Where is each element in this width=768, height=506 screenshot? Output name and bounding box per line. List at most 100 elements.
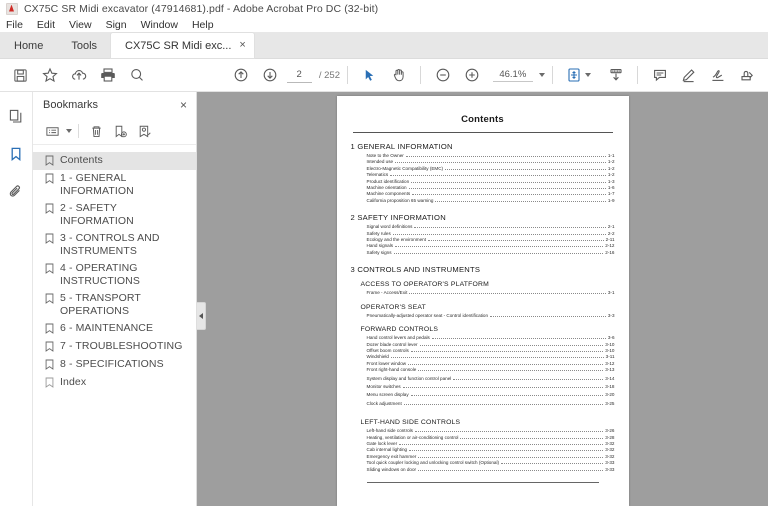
- delete-bookmark-icon[interactable]: [85, 121, 107, 141]
- toc-entry[interactable]: California proposition 65 warning 1-9: [367, 198, 615, 204]
- highlight-icon[interactable]: [674, 60, 703, 90]
- leader-dots: [418, 456, 604, 458]
- toc-entry-page: 3-3: [607, 312, 615, 318]
- bookmark-item-6-maintenance[interactable]: 6 - MAINTENANCE: [33, 320, 196, 338]
- chevron-down-icon[interactable]: [66, 129, 72, 133]
- bookmarks-list: Contents 1 - GENERAL INFORMATION 2 - SAF…: [33, 145, 196, 506]
- close-icon[interactable]: ×: [239, 40, 245, 51]
- fit-page-chevron-icon[interactable]: [585, 73, 591, 77]
- toc-entry[interactable]: Sliding windows on door 3-33: [367, 467, 615, 473]
- bookmark-item-7-troubleshooting[interactable]: 7 - TROUBLESHOOTING: [33, 338, 196, 356]
- bookmark-item-4-operating-instructions[interactable]: 4 - OPERATING INSTRUCTIONS: [33, 260, 196, 290]
- print-icon[interactable]: [94, 60, 123, 90]
- leader-dots: [435, 200, 606, 202]
- attachments-icon[interactable]: [3, 180, 29, 204]
- toc-entry[interactable]: Menu screen display 3-20: [367, 392, 615, 398]
- star-icon[interactable]: [35, 60, 64, 90]
- bookmark-icon: [45, 341, 54, 354]
- leader-dots: [395, 245, 604, 248]
- cloud-upload-icon[interactable]: [64, 60, 93, 90]
- toc-entry-page: 2-16: [605, 249, 615, 255]
- toc-entry[interactable]: Safety signs 2-16: [367, 250, 615, 256]
- zoom-level-value[interactable]: 46.1%: [492, 69, 533, 82]
- menu-window[interactable]: Window: [141, 19, 186, 31]
- bookmark-label: 4 - OPERATING INSTRUCTIONS: [60, 262, 140, 287]
- toc-entry-title: Sliding windows on door: [366, 466, 417, 472]
- bookmark-label: Index: [60, 376, 87, 388]
- table-of-contents: 1 GENERAL INFORMATION Note to the Owner 1…: [337, 133, 629, 483]
- window-title: CX75C SR Midi excavator (47914681).pdf -…: [24, 2, 379, 15]
- leader-dots: [408, 187, 606, 190]
- bookmark-icon: [45, 323, 54, 336]
- menu-edit[interactable]: Edit: [37, 19, 63, 31]
- menu-view[interactable]: View: [69, 19, 100, 31]
- menu-help[interactable]: Help: [192, 19, 222, 31]
- toc-subheading: ACCESS TO OPERATOR'S PLATFORM: [360, 281, 489, 289]
- toc-entry[interactable]: Clock adjustment 3-25: [367, 401, 615, 407]
- tab-strip: Home Tools CX75C SR Midi exc... ×: [0, 32, 768, 59]
- pdf-viewer[interactable]: Contents 1 GENERAL INFORMATION Note to t…: [197, 92, 768, 506]
- navigation-rail: [0, 92, 33, 506]
- stamp-icon[interactable]: [733, 60, 762, 90]
- tab-document[interactable]: CX75C SR Midi exc... ×: [111, 33, 254, 58]
- chevron-down-icon[interactable]: [538, 73, 545, 77]
- toc-entry-title: Pneumatically-adjusted operator seat - C…: [366, 312, 489, 318]
- arrow-up-circle-icon[interactable]: [226, 60, 255, 90]
- toc-entry[interactable]: System display and function control pane…: [367, 376, 615, 382]
- bookmark-item-2-safety-information[interactable]: 2 - SAFETY INFORMATION: [33, 200, 196, 230]
- comment-icon[interactable]: [645, 60, 674, 90]
- toc-entry[interactable]: Front right-hand console 3-13: [367, 367, 615, 373]
- toc-entry-page: 3-18: [605, 383, 615, 389]
- bookmark-label: 8 - SPECIFICATIONS: [60, 358, 164, 370]
- options-list-icon[interactable]: [41, 121, 63, 141]
- toc-entry-page: 3-25: [605, 400, 615, 406]
- hand-tool-icon[interactable]: [384, 60, 413, 90]
- leader-dots: [412, 193, 606, 196]
- edit-bookmark-icon[interactable]: [133, 121, 155, 141]
- leader-dots: [414, 430, 604, 433]
- footer-rule: [366, 482, 599, 483]
- page-number-input[interactable]: 2: [286, 67, 312, 83]
- bookmark-item-5-transport-operations[interactable]: 5 - TRANSPORT OPERATIONS: [33, 290, 196, 320]
- zoom-out-icon[interactable]: [428, 60, 457, 90]
- page-separator: /: [318, 69, 322, 81]
- bookmark-item-index[interactable]: Index: [33, 374, 196, 392]
- bookmark-item-contents[interactable]: Contents: [33, 152, 196, 170]
- toc-entry[interactable]: Pneumatically-adjusted operator seat - C…: [367, 313, 615, 319]
- bookmarks-icon[interactable]: [3, 142, 29, 166]
- search-icon[interactable]: [123, 60, 152, 90]
- save-icon[interactable]: [6, 60, 35, 90]
- toc-subheading: LEFT-HAND SIDE CONTROLS: [360, 419, 461, 427]
- zoom-in-icon[interactable]: [458, 60, 487, 90]
- bookmark-item-8-specifications[interactable]: 8 - SPECIFICATIONS: [33, 356, 196, 374]
- tab-home[interactable]: Home: [0, 33, 57, 58]
- tab-tools[interactable]: Tools: [57, 33, 111, 58]
- collapse-panel-handle[interactable]: [197, 302, 206, 330]
- leader-dots: [405, 155, 606, 157]
- tab-document-label: CX75C SR Midi exc...: [125, 39, 232, 52]
- menu-file[interactable]: File: [6, 19, 31, 31]
- scroll-mode-icon[interactable]: [601, 60, 630, 90]
- toc-group: Pneumatically-adjusted operator seat - C…: [351, 313, 615, 319]
- sign-icon[interactable]: [704, 60, 733, 90]
- toc-subheading: FORWARD CONTROLS: [360, 326, 439, 334]
- toc-entry[interactable]: Frame - Access/Exit 3-1: [367, 290, 615, 296]
- bookmark-icon: [45, 173, 54, 186]
- menu-sign[interactable]: Sign: [106, 19, 135, 31]
- arrow-down-circle-icon[interactable]: [255, 60, 284, 90]
- page-thumbnails-icon[interactable]: [3, 104, 29, 128]
- toc-group: Note to the Owner 1-1 Intended use 1-2 Ele…: [351, 153, 615, 204]
- leader-dots: [402, 386, 604, 388]
- select-cursor-icon[interactable]: [355, 60, 384, 90]
- leader-dots: [409, 292, 606, 295]
- bookmark-icon: [45, 359, 54, 372]
- leader-dots: [418, 469, 604, 471]
- new-bookmark-icon[interactable]: [109, 121, 131, 141]
- toc-group: Signal word definitions 2-1 Safety rules 2…: [351, 224, 615, 256]
- bookmark-item-3-controls-and-instruments[interactable]: 3 - CONTROLS AND INSTRUMENTS: [33, 230, 196, 260]
- close-icon[interactable]: ×: [180, 99, 187, 111]
- toc-entry[interactable]: Monitor switches 3-18: [367, 384, 615, 390]
- zoom-level-control[interactable]: 46.1%: [492, 69, 545, 82]
- bookmark-item-1-general-information[interactable]: 1 - GENERAL INFORMATION: [33, 170, 196, 200]
- bookmark-icon: [45, 263, 54, 276]
